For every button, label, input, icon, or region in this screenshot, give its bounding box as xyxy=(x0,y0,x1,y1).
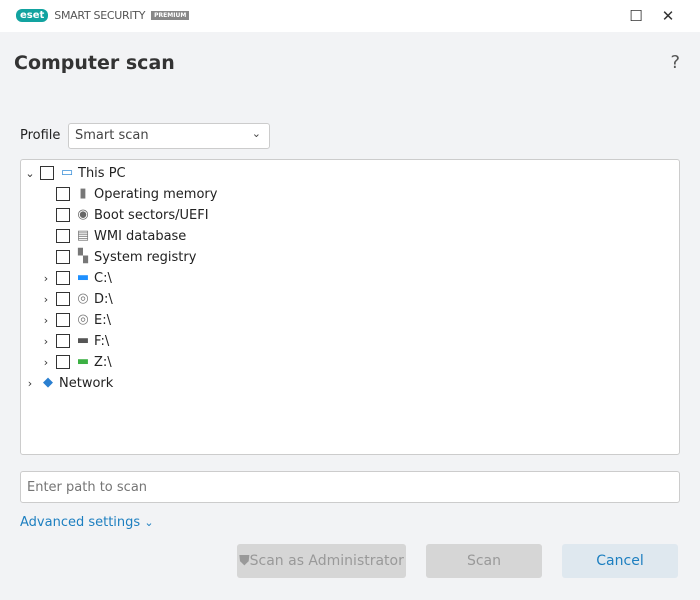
profile-select[interactable]: Smart scan ⌄ xyxy=(68,123,270,149)
title-bar: eset SMART SECURITY PREMIUM ☐ ✕ xyxy=(0,0,700,32)
network-icon: ◆ xyxy=(43,375,53,390)
app-logo: eset SMART SECURITY PREMIUM xyxy=(16,9,190,22)
profile-label: Profile xyxy=(20,128,61,143)
checkbox[interactable] xyxy=(40,166,54,180)
registry-icon: ▚ xyxy=(78,249,88,264)
scan-as-admin-button[interactable]: ⛊Scan as Administrator xyxy=(237,544,406,578)
tree-label: E:\ xyxy=(94,312,111,328)
tree-item-drive-d[interactable]: › ◎ D:\ xyxy=(39,289,113,309)
computer-icon: ▭ xyxy=(60,165,74,180)
maximize-button[interactable]: ☐ xyxy=(626,6,646,26)
scan-button[interactable]: Scan xyxy=(426,544,542,578)
edition-badge: PREMIUM xyxy=(151,11,190,20)
tree-item-this-pc[interactable]: ⌄ ▭ This PC xyxy=(23,163,126,183)
checkbox[interactable] xyxy=(56,334,70,348)
checkbox[interactable] xyxy=(56,355,70,369)
chevron-down-icon[interactable]: ⌄ xyxy=(23,167,37,180)
tree-label: F:\ xyxy=(94,333,110,349)
system-drive-icon: ▬ xyxy=(76,270,90,285)
advanced-settings-link[interactable]: Advanced settings ⌄ xyxy=(20,515,154,530)
tree-label: This PC xyxy=(78,165,126,181)
database-search-icon: ▤ xyxy=(76,228,90,243)
checkbox[interactable] xyxy=(56,313,70,327)
scan-target-tree[interactable]: ⌄ ▭ This PC ▮ Operating memory ◉ Boot se… xyxy=(20,159,680,455)
drive-icon: ▬ xyxy=(76,333,90,348)
tree-item[interactable]: ▤ WMI database xyxy=(39,226,186,246)
memory-chip-icon: ▮ xyxy=(79,186,87,201)
disc-icon: ◉ xyxy=(77,207,89,222)
path-input[interactable] xyxy=(20,471,680,503)
tree-item-network[interactable]: › ◆ Network xyxy=(23,373,113,393)
optical-drive-icon: ◎ xyxy=(77,291,89,306)
network-drive-icon: ▬ xyxy=(76,354,90,369)
page-title: Computer scan xyxy=(14,52,175,74)
tree-item-drive-e[interactable]: › ◎ E:\ xyxy=(39,310,111,330)
eset-logo: eset xyxy=(16,9,49,22)
tree-item-drive-f[interactable]: › ▬ F:\ xyxy=(39,331,109,351)
button-label: Scan as Administrator xyxy=(249,553,404,569)
tree-label: Z:\ xyxy=(94,354,112,370)
chevron-down-icon: ⌄ xyxy=(251,127,261,140)
tree-item[interactable]: ▮ Operating memory xyxy=(39,184,217,204)
checkbox[interactable] xyxy=(56,187,70,201)
help-icon[interactable]: ? xyxy=(670,52,680,73)
tree-label: Boot sectors/UEFI xyxy=(94,207,209,223)
tree-label: D:\ xyxy=(94,291,113,307)
tree-label: System registry xyxy=(94,249,197,265)
tree-label: Network xyxy=(59,375,114,391)
chevron-right-icon[interactable]: › xyxy=(23,377,37,390)
tree-label: WMI database xyxy=(94,228,187,244)
tree-item[interactable]: ▚ System registry xyxy=(39,247,196,267)
tree-item-drive-c[interactable]: › ▬ C:\ xyxy=(39,268,112,288)
chevron-right-icon[interactable]: › xyxy=(39,293,53,306)
cancel-button[interactable]: Cancel xyxy=(562,544,678,578)
tree-item-drive-z[interactable]: › ▬ Z:\ xyxy=(39,352,112,372)
checkbox[interactable] xyxy=(56,271,70,285)
checkbox[interactable] xyxy=(56,250,70,264)
tree-label: C:\ xyxy=(94,270,112,286)
tree-item[interactable]: ◉ Boot sectors/UEFI xyxy=(39,205,209,225)
advanced-settings-label: Advanced settings xyxy=(20,515,141,530)
chevron-right-icon[interactable]: › xyxy=(39,356,53,369)
checkbox[interactable] xyxy=(56,292,70,306)
shield-icon: ⛊ xyxy=(239,553,250,569)
chevron-down-icon: ⌄ xyxy=(144,516,154,529)
product-name: SMART SECURITY xyxy=(54,9,146,22)
close-button[interactable]: ✕ xyxy=(658,6,678,26)
checkbox[interactable] xyxy=(56,208,70,222)
chevron-right-icon[interactable]: › xyxy=(39,335,53,348)
chevron-right-icon[interactable]: › xyxy=(39,272,53,285)
chevron-right-icon[interactable]: › xyxy=(39,314,53,327)
checkbox[interactable] xyxy=(56,229,70,243)
profile-value: Smart scan xyxy=(75,128,149,143)
optical-drive-icon: ◎ xyxy=(77,312,89,327)
tree-label: Operating memory xyxy=(94,186,218,202)
